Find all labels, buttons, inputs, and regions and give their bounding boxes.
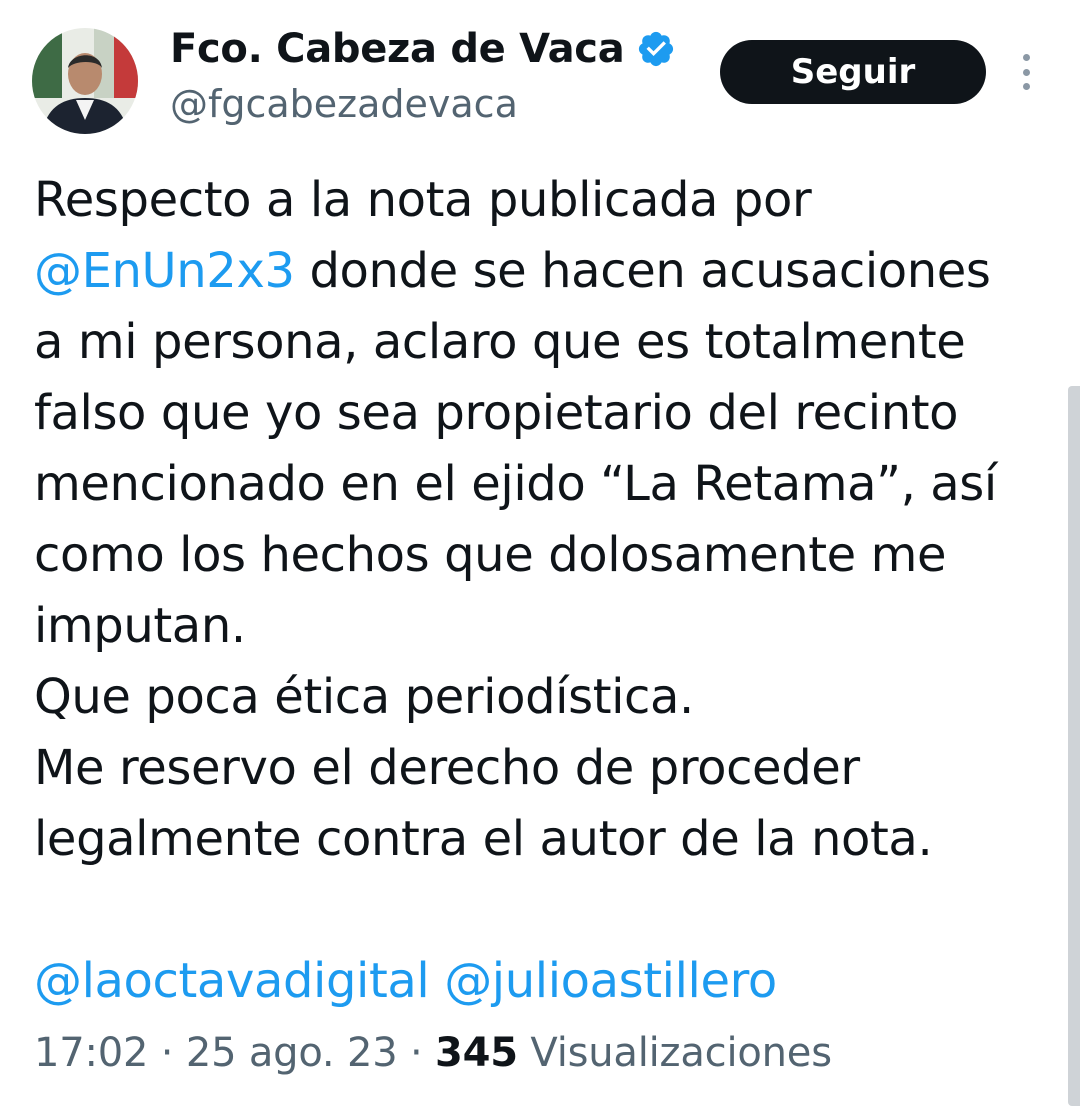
follow-button[interactable]: Seguir	[720, 40, 986, 104]
verified-badge-icon	[636, 29, 676, 69]
tweet-line: mencionado en el ejido “La Retama”, así	[34, 456, 997, 512]
tweet-time[interactable]: 17:02	[34, 1030, 148, 1076]
tweet-line-text: donde se hacen acusaciones	[294, 243, 991, 299]
scrollbar[interactable]	[1068, 386, 1080, 1106]
mention-link[interactable]: @EnUn2x3	[34, 243, 295, 299]
tweet-line: imputan.	[34, 598, 246, 654]
more-options-icon[interactable]	[1010, 52, 1042, 92]
tweet-header: Fco. Cabeza de Vaca @fgcabezadevaca Segu…	[0, 0, 1080, 150]
tweet-line: Respecto a la nota publicada por	[34, 172, 812, 228]
mention-link[interactable]: @laoctavadigital	[34, 953, 430, 1009]
tweet-line: como los hechos que dolosamente me	[34, 527, 947, 583]
dot	[1022, 54, 1030, 61]
tweet-line: falso que yo sea propietario del recinto	[34, 385, 959, 441]
avatar-image	[32, 28, 138, 134]
tweet-line: a mi persona, aclaro que es totalmente	[34, 314, 966, 370]
author-name-row: Fco. Cabeza de Vaca	[170, 26, 676, 72]
dot	[1022, 83, 1030, 90]
views-count: 345	[435, 1030, 518, 1076]
dot	[1022, 68, 1030, 76]
tweet-line: @EnUn2x3 donde se hacen acusaciones	[34, 236, 1064, 307]
views-label: Visualizaciones	[530, 1030, 832, 1076]
author-display-name[interactable]: Fco. Cabeza de Vaca	[170, 26, 625, 72]
author-handle[interactable]: @fgcabezadevaca	[170, 82, 518, 126]
separator: ·	[148, 1030, 186, 1076]
tweet-line: legalmente contra el autor de la nota.	[34, 811, 933, 867]
tweet-meta: 17:02 · 25 ago. 23 · 345 Visualizaciones	[34, 1030, 832, 1076]
tweet-line: Que poca ética periodística.	[34, 669, 694, 725]
separator: ·	[397, 1030, 435, 1076]
tweet-text: Respecto a la nota publicada por @EnUn2x…	[34, 165, 1064, 1017]
tweet-date[interactable]: 25 ago. 23	[186, 1030, 398, 1076]
mention-link[interactable]: @julioastillero	[444, 953, 777, 1009]
tweet-line: @laoctavadigital @julioastillero	[34, 946, 1064, 1017]
avatar[interactable]	[32, 28, 138, 134]
tweet-line: Me reservo el derecho de proceder	[34, 740, 860, 796]
